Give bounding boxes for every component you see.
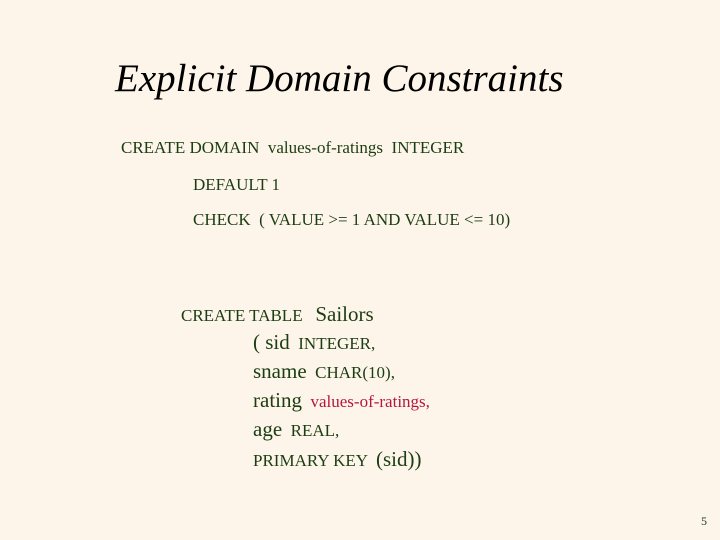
page-number: 5 xyxy=(701,514,707,528)
slide-title: Explicit Domain Constraints xyxy=(115,57,564,100)
column-type: REAL, xyxy=(290,421,340,440)
table-primary-key: PRIMARY KEY (sid)) xyxy=(253,447,421,472)
primary-key-value: (sid)) xyxy=(375,447,422,471)
column-name: sid xyxy=(265,330,290,354)
table-column-sid: ( sid INTEGER, xyxy=(253,330,375,355)
domain-line-default: DEFAULT 1 xyxy=(193,175,281,194)
create-domain-keyword: CREATE DOMAIN xyxy=(121,138,260,157)
create-table-keyword: CREATE TABLE xyxy=(181,306,303,325)
table-name: Sailors xyxy=(315,302,374,326)
domain-type: INTEGER xyxy=(391,138,465,157)
column-type: CHAR(10), xyxy=(315,363,395,382)
domain-line-1: CREATE DOMAIN values-of-ratings INTEGER xyxy=(121,138,464,158)
column-name: age xyxy=(253,417,283,441)
domain-name: values-of-ratings xyxy=(267,138,384,157)
table-column-age: age REAL, xyxy=(253,417,339,442)
column-type-highlighted: values-of-ratings, xyxy=(310,392,430,411)
column-name: rating xyxy=(253,388,302,412)
table-line-create: CREATE TABLE Sailors xyxy=(181,302,374,327)
column-name: sname xyxy=(253,359,307,383)
column-type: INTEGER, xyxy=(298,334,376,353)
table-column-sname: sname CHAR(10), xyxy=(253,359,395,384)
domain-line-check: CHECK ( VALUE >= 1 AND VALUE <= 10) xyxy=(193,210,511,229)
table-column-rating: rating values-of-ratings, xyxy=(253,388,430,413)
primary-key-keyword: PRIMARY KEY xyxy=(253,451,368,470)
open-paren: ( xyxy=(253,330,266,354)
